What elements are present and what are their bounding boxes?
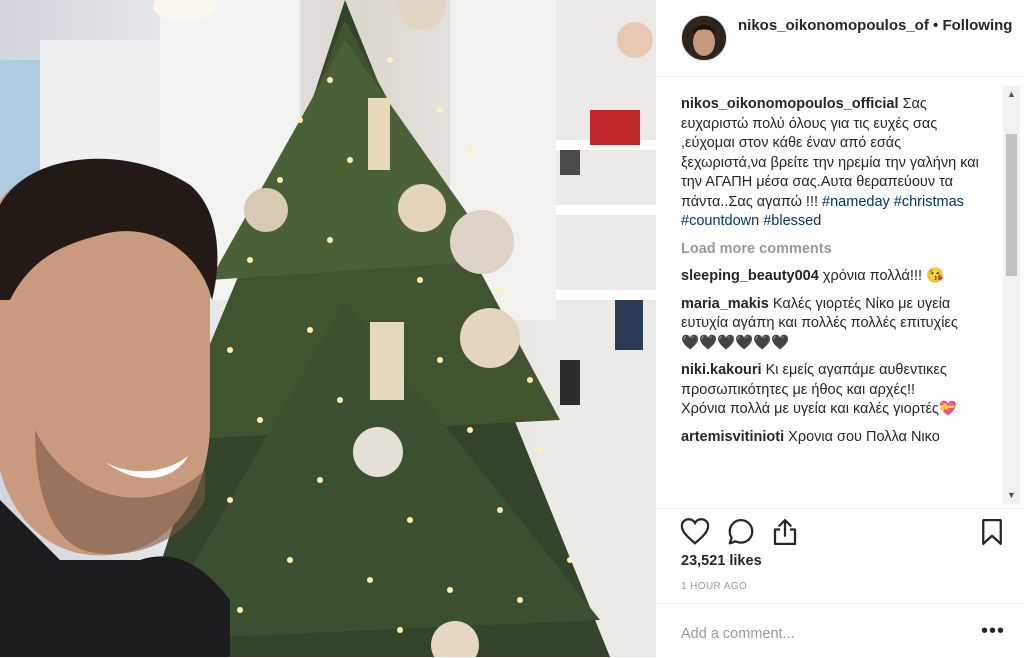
comment-text: χρόνια πολλά!!! 😘 xyxy=(822,268,945,284)
load-more-comments[interactable]: Load more comments xyxy=(681,240,981,260)
hashtag-link[interactable]: #christmas xyxy=(894,194,964,210)
comment-item: maria_makis Καλές γιορτές Νίκο με υγεία … xyxy=(681,295,981,354)
comment-item: sleeping_beauty004 χρόνια πολλά!!! 😘 xyxy=(681,267,981,287)
post-timestamp[interactable]: 1 HOUR AGO xyxy=(681,581,747,592)
comment-username[interactable]: artemisvitinioti xyxy=(681,429,784,445)
header-user-line: nikos_oikonomopoulos_of • Following xyxy=(738,17,1012,34)
post-photo[interactable] xyxy=(0,0,656,657)
comment-username[interactable]: sleeping_beauty004 xyxy=(681,268,819,284)
likes-count[interactable]: 23,521 likes xyxy=(681,553,762,569)
header-username[interactable]: nikos_oikonomopoulos_of xyxy=(738,17,929,34)
action-bar xyxy=(656,508,1024,553)
comment-username[interactable]: maria_makis xyxy=(681,296,769,312)
add-comment-input[interactable]: Add a comment... xyxy=(681,626,795,642)
hashtag-link[interactable]: #countdown xyxy=(681,213,759,229)
post-header: nikos_oikonomopoulos_of • Following xyxy=(656,0,1024,77)
hashtag-link[interactable]: #blessed xyxy=(763,213,821,229)
caption-username[interactable]: nikos_oikonomopoulos_official xyxy=(681,96,899,112)
comments-scrollbar[interactable]: ▲ ▼ xyxy=(1003,86,1020,504)
bookmark-icon[interactable] xyxy=(977,517,1007,547)
caption-text: Σας ευχαριστώ πολύ όλους για τις ευχές σ… xyxy=(681,96,979,210)
comment-text: Χρονια σου Πολλα Νικο xyxy=(788,428,940,445)
avatar[interactable] xyxy=(681,15,727,61)
post-details-panel: nikos_oikonomopoulos_of • Following niko… xyxy=(656,0,1024,657)
caption: nikos_oikonomopoulos_official Σας ευχαρι… xyxy=(681,95,981,232)
scroll-down-arrow-icon[interactable]: ▼ xyxy=(1003,487,1020,504)
header-separator: • xyxy=(933,17,939,34)
comment-item: artemisvitinioti Χρονια σου Πολλα Νικο xyxy=(681,428,981,448)
comment-icon[interactable] xyxy=(726,517,756,547)
following-button[interactable]: Following xyxy=(942,17,1012,34)
scroll-up-arrow-icon[interactable]: ▲ xyxy=(1003,86,1020,103)
comment-username[interactable]: niki.kakouri xyxy=(681,362,762,378)
more-options-icon[interactable]: ••• xyxy=(981,620,1005,643)
add-comment-bar: Add a comment... ••• xyxy=(656,603,1024,658)
scrollbar-thumb[interactable] xyxy=(1006,134,1017,276)
heart-icon[interactable] xyxy=(680,517,710,547)
photo-illustration xyxy=(0,0,656,657)
hashtag-link[interactable]: #nameday xyxy=(822,194,890,210)
comments-list: nikos_oikonomopoulos_official Σας ευχαρι… xyxy=(681,95,981,500)
share-icon[interactable] xyxy=(770,517,800,547)
comment-item: niki.kakouri Κι εμείς αγαπάμε αυθεντικες… xyxy=(681,361,981,420)
